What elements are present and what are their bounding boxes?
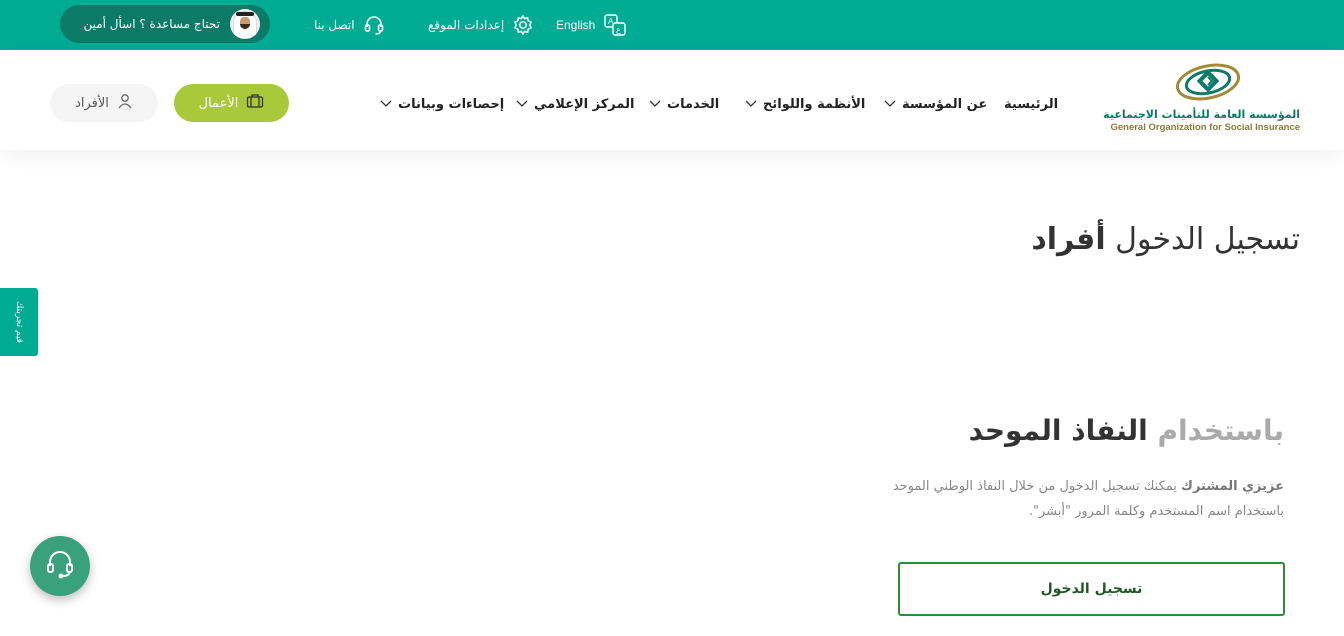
language-switch[interactable]: English A ع: [556, 13, 627, 37]
nav-stats[interactable]: إحصاءات وبيانات: [380, 94, 504, 114]
sso-heading: باستخدام النفاذ الموحد: [969, 414, 1284, 447]
gosi-emblem-icon: [1175, 63, 1241, 101]
chevron-down-icon: [884, 97, 896, 112]
site-settings-link[interactable]: إعدادات الموقع: [428, 13, 534, 37]
svg-text:A: A: [608, 17, 614, 26]
nav-regulations-label: الأنظمة واللوائح: [763, 96, 866, 112]
site-settings-label: إعدادات الموقع: [428, 18, 505, 32]
nav-regulations[interactable]: الأنظمة واللوائح: [745, 94, 865, 114]
login-button-label: تسجيل الدخول: [1040, 581, 1143, 597]
nav-services[interactable]: الخدمات: [649, 94, 719, 114]
svg-text:ع: ع: [616, 25, 621, 34]
ask-ameen-label: تحتاج مساعدة ؟ اسأل أمين: [83, 17, 220, 31]
ask-ameen-button[interactable]: تحتاج مساعدة ؟ اسأل أمين: [60, 5, 270, 43]
gosi-logo[interactable]: المؤسسة العامة للتأمينات الاجتماعية Gene…: [1103, 58, 1305, 138]
language-icon: A ع: [603, 13, 627, 37]
assistant-avatar: [230, 9, 260, 39]
contact-us-label: اتصل بنا: [314, 18, 355, 32]
login-button[interactable]: تسجيل الدخول: [898, 562, 1285, 616]
nav-media-label: المركز الإعلامي: [534, 96, 635, 112]
page-title-prefix: تسجيل الدخول: [1105, 222, 1300, 257]
logo-arabic-text: المؤسسة العامة للتأمينات الاجتماعية: [1103, 108, 1300, 121]
support-chat-button[interactable]: [30, 536, 90, 596]
chevron-down-icon: [380, 97, 392, 112]
nav-media[interactable]: المركز الإعلامي: [516, 94, 634, 114]
sso-heading-strong: النفاذ الموحد: [968, 414, 1148, 447]
sso-heading-muted: باستخدام: [1147, 414, 1284, 447]
feedback-tab-label: قيم تجربتك: [14, 301, 24, 343]
gear-icon: [512, 14, 534, 36]
nav-home[interactable]: الرئيسية: [1004, 94, 1058, 114]
logo-english-text: General Organization for Social Insuranc…: [1110, 122, 1300, 133]
sso-description-strong: عزيزي المشترك: [1181, 479, 1284, 494]
nav-services-label: الخدمات: [667, 96, 720, 112]
chevron-down-icon: [649, 97, 661, 112]
language-label: English: [556, 18, 596, 32]
page-title: تسجيل الدخول أفراد: [1031, 222, 1300, 257]
main-header: الأفراد الأعمال إحصاءات وبيانات المركز ا…: [0, 50, 1344, 150]
nav-stats-label: إحصاءات وبيانات: [398, 96, 505, 112]
nav-about[interactable]: عن المؤسسة: [884, 94, 987, 114]
page-title-strong: أفراد: [1031, 222, 1106, 257]
nav-about-label: عن المؤسسة: [902, 96, 988, 112]
sso-description: عزيزي المشترك يمكنك تسجيل الدخول من خلال…: [884, 474, 1284, 524]
nav-home-label: الرئيسية: [1004, 96, 1059, 112]
chevron-down-icon: [516, 97, 528, 112]
feedback-tab[interactable]: قيم تجربتك: [0, 288, 38, 356]
chevron-down-icon: [745, 97, 757, 112]
headset-icon: [44, 548, 76, 584]
headset-icon: [363, 14, 385, 36]
contact-us-link[interactable]: اتصل بنا: [314, 13, 385, 37]
top-bar: تحتاج مساعدة ؟ اسأل أمين اتصل بنا إعدادا…: [0, 0, 1344, 50]
